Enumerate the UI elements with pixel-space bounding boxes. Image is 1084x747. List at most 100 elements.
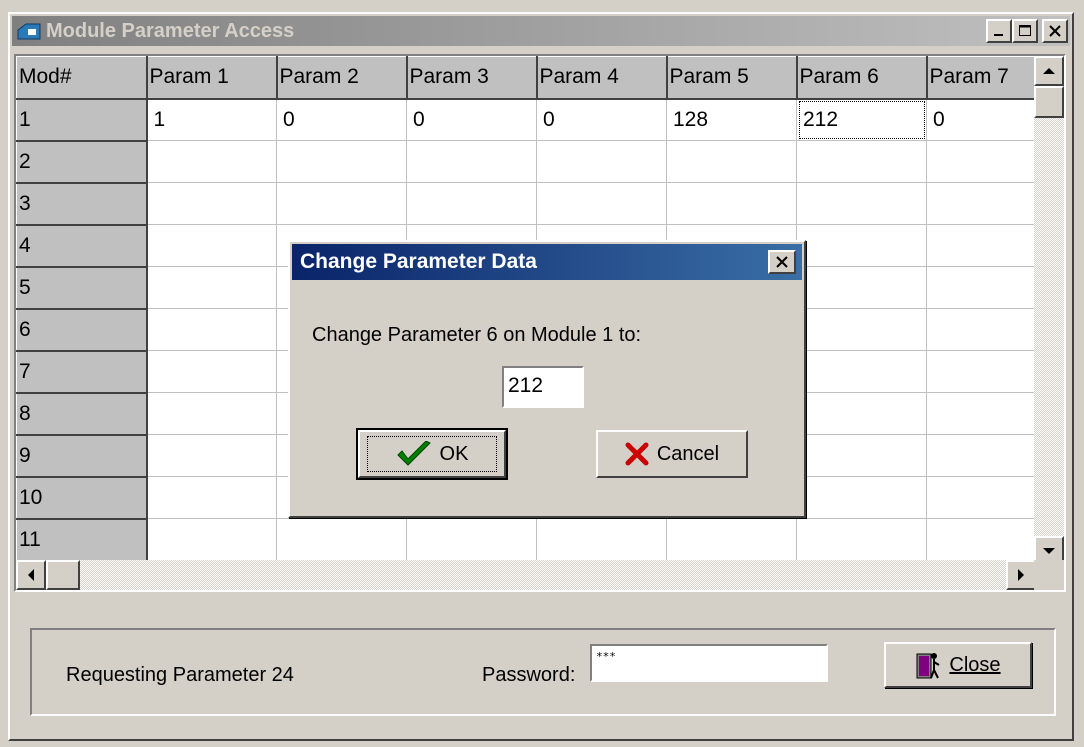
scrollbar-corner [1034,560,1064,590]
column-header-param[interactable]: Param 6 [796,56,928,100]
grid-cell[interactable] [276,518,407,561]
grid-cell[interactable] [796,266,927,309]
table-row: 2 [16,140,1057,184]
row-header[interactable]: 11 [16,518,148,562]
grid-cell[interactable] [796,182,927,225]
column-header-param[interactable]: Param 4 [536,56,668,100]
grid-cell[interactable] [796,434,927,477]
grid-cell[interactable] [796,224,927,267]
arrow-left-icon [28,569,34,581]
grid-cell[interactable] [406,140,537,183]
checkmark-icon [396,441,431,466]
row-header[interactable]: 7 [16,350,148,394]
close-button-label: Close [949,653,1001,676]
table-row: 3 [16,182,1057,226]
grid-cell[interactable] [276,140,407,183]
status-message: Requesting Parameter 24 [66,664,294,686]
dialog-close-button[interactable] [768,250,796,274]
arrow-down-icon [1043,548,1055,554]
table-row: 11 [16,518,1057,562]
close-window-button[interactable] [1042,19,1068,43]
horizontal-scroll-thumb[interactable] [46,560,80,590]
grid-header-row: Mod# Param 1 Param 2 Param 3 Param 4 Param 5P… [16,56,1058,100]
row-header[interactable]: 3 [16,182,148,226]
grid-cell[interactable] [666,140,797,183]
scroll-left-button[interactable] [16,560,46,590]
row-header[interactable]: 4 [16,224,148,268]
grid-cell[interactable] [536,182,667,225]
close-icon [1049,25,1061,37]
arrow-right-icon [1018,569,1024,581]
grid-cell[interactable]: 128 [666,98,797,141]
red-x-icon [625,442,649,466]
row-header[interactable]: 6 [16,308,148,352]
window-title: Module Parameter Access [46,19,295,42]
grid-cell[interactable] [666,518,797,561]
grid-cell[interactable] [146,308,277,351]
column-header-param[interactable]: Param 3 [406,56,538,100]
grid-cell[interactable] [146,434,277,477]
app-icon [17,23,41,40]
grid-cell[interactable]: 0 [536,98,667,141]
column-header-param[interactable]: Param 1 [146,56,278,100]
row-header[interactable]: 5 [16,266,148,310]
grid-cell[interactable]: 212 [796,98,927,141]
row-header[interactable]: 2 [16,140,148,184]
grid-cell[interactable] [146,350,277,393]
minimize-button[interactable] [986,19,1012,43]
minimize-icon [994,34,1003,36]
horizontal-scrollbar[interactable] [16,560,1036,590]
grid-cell[interactable] [406,518,537,561]
grid-cell[interactable] [146,518,277,561]
grid-cell[interactable] [146,182,277,225]
column-header-mod[interactable]: Mod# [16,56,148,100]
ok-button[interactable]: OK [358,430,506,478]
grid-cell[interactable] [146,140,277,183]
row-header[interactable]: 8 [16,392,148,436]
close-icon [776,256,788,268]
parameter-value-input[interactable]: 212 [502,366,584,408]
grid-cell[interactable] [796,392,927,435]
grid-cell[interactable] [666,182,797,225]
grid-cell[interactable] [146,476,277,519]
vertical-scrollbar[interactable] [1034,56,1064,566]
grid-cell[interactable] [276,182,407,225]
grid-cell[interactable] [146,266,277,309]
grid-cell[interactable]: 0 [406,98,537,141]
row-header[interactable]: 10 [16,476,148,520]
change-parameter-dialog: Change Parameter Data Change Parameter 6… [288,240,806,518]
dialog-title-bar[interactable]: Change Parameter Data [292,244,802,280]
grid-cell[interactable] [796,350,927,393]
grid-cell[interactable] [796,518,927,561]
grid-cell[interactable] [796,308,927,351]
maximize-button[interactable] [1012,19,1038,43]
column-header-param[interactable]: Param 2 [276,56,408,100]
ok-button-label: OK [439,442,469,465]
cancel-button[interactable]: Cancel [596,430,748,478]
grid-cell[interactable] [536,140,667,183]
title-bar[interactable]: Module Parameter Access [12,16,1070,46]
grid-cell[interactable]: 1 [146,98,277,141]
grid-cell[interactable] [406,182,537,225]
scroll-up-button[interactable] [1034,56,1064,86]
password-label: Password: [482,664,576,686]
column-header-param[interactable]: Param 5 [666,56,798,100]
row-header[interactable]: 9 [16,434,148,478]
row-header[interactable]: 1 [16,98,148,142]
grid-cell[interactable]: 0 [276,98,407,141]
exit-door-icon [916,653,940,679]
dialog-prompt: Change Parameter 6 on Module 1 to: [312,324,642,346]
cancel-button-label: Cancel [656,442,720,465]
grid-cell[interactable] [536,518,667,561]
vertical-scroll-thumb[interactable] [1034,86,1064,118]
table-row: 1 1 0 0 0 128 212 0 [16,98,1057,142]
password-input[interactable]: *** [590,644,828,682]
dialog-title: Change Parameter Data [300,250,537,273]
grid-cell[interactable] [796,140,927,183]
grid-cell[interactable] [146,224,277,267]
grid-cell[interactable] [796,476,927,519]
grid-cell[interactable] [146,392,277,435]
maximize-icon [1019,25,1031,36]
scroll-right-button[interactable] [1006,560,1036,590]
close-button[interactable]: Close [884,642,1032,688]
